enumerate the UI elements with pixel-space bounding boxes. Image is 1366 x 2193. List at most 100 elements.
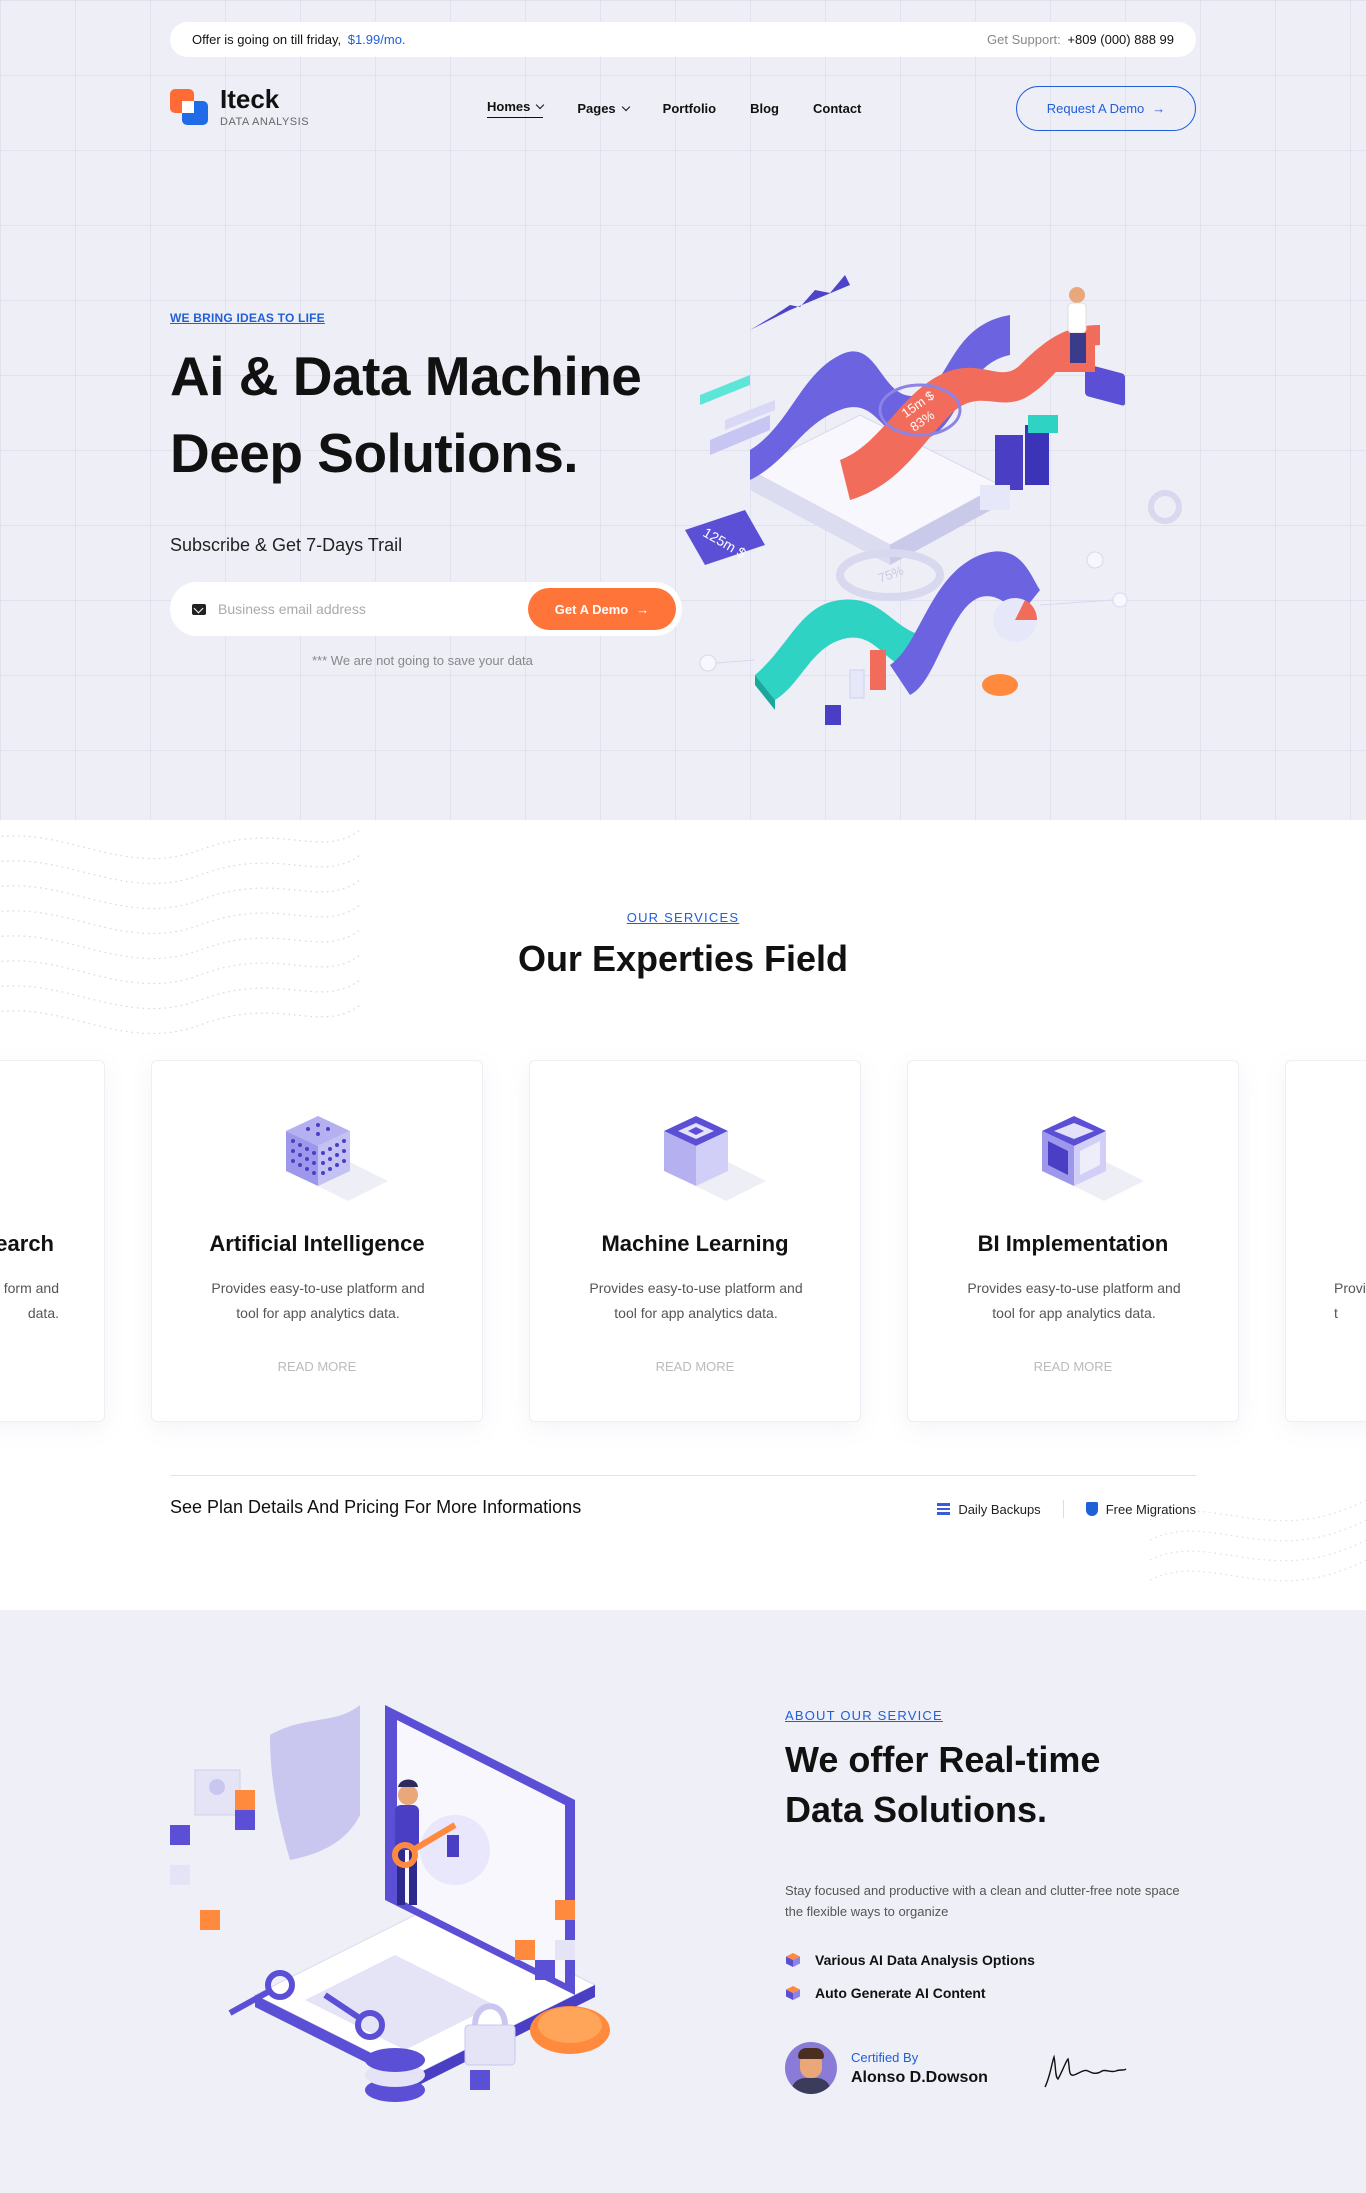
service-card-ml[interactable]: Machine Learning Provides easy-to-use pl…	[529, 1060, 861, 1422]
nav-item-pages[interactable]: Pages	[577, 99, 630, 118]
privacy-note: *** We are not going to save your data	[312, 653, 533, 668]
node-shape	[1086, 551, 1104, 569]
read-more-link[interactable]: READ MORE	[530, 1359, 860, 1374]
support-label: Get Support:	[987, 32, 1061, 47]
list-item: Auto Generate AI Content	[785, 1976, 1035, 2009]
nav-item-homes[interactable]: Homes	[487, 99, 545, 118]
feature-daily-backups: Daily Backups	[937, 1502, 1041, 1517]
service-card-desc: Provides easy-to-use platform and tool f…	[570, 1276, 822, 1326]
read-more-link[interactable]: READ MORE	[152, 1359, 482, 1374]
brand-logo[interactable]: Iteck DATA ANALYSIS	[170, 86, 309, 128]
cylinder-shape	[825, 705, 841, 725]
service-card-desc-line: Provides easy-to-use platform and	[211, 1280, 425, 1296]
nav-item-label: Portfolio	[662, 101, 717, 116]
offer-price-link[interactable]: $1.99/mo.	[348, 32, 406, 47]
nav-item-blog[interactable]: Blog	[750, 99, 779, 118]
read-more-link[interactable]: READ MORE	[908, 1359, 1238, 1374]
services-eyebrow: OUR SERVICES	[626, 910, 740, 925]
service-card-bi[interactable]: BI Implementation Provides easy-to-use p…	[907, 1060, 1239, 1422]
hero-illustration: 15m $ 83% 125m $ 75%	[685, 275, 1182, 725]
plan-features: Daily Backups Free Migrations	[937, 1500, 1196, 1518]
service-card-title: BI Implementation	[977, 1231, 1169, 1256]
mountain-graph-shape	[750, 275, 850, 330]
service-card-desc-line: Provi	[1334, 1280, 1366, 1296]
service-card-desc: form and data.	[0, 1276, 59, 1326]
gear-icon	[1148, 490, 1182, 524]
cube-icon	[786, 1952, 800, 1967]
divider	[170, 1475, 1196, 1476]
service-card-desc-line: Provides easy-to-use platform and	[967, 1280, 1181, 1296]
services-section: OUR SERVICES Our Experties Field earch f…	[0, 820, 1366, 1610]
support-phone-link[interactable]: +809 (000) 888 99	[1067, 32, 1174, 47]
cube-shape	[170, 1865, 190, 1885]
service-card-desc-line: tool for app analytics data.	[236, 1305, 400, 1321]
nav-item-label: Homes	[487, 99, 531, 114]
brand-name: Iteck	[220, 84, 280, 114]
service-card-desc-line: t	[1334, 1305, 1338, 1321]
about-section: ABOUT OUR SERVICE We offer Real-time Dat…	[0, 1610, 1366, 2193]
cylinder-shape	[849, 669, 865, 699]
grid-cube-icon	[286, 1116, 388, 1201]
feature-label: Free Migrations	[1105, 1501, 1196, 1517]
nav-item-portfolio[interactable]: Portfolio	[663, 99, 716, 118]
service-card-title: Machine Learning	[601, 1231, 789, 1256]
connector-line	[715, 659, 756, 664]
request-demo-label: Request A Demo	[1046, 101, 1145, 116]
about-description: Stay focused and productive with a clean…	[785, 1883, 1180, 1919]
cube-shape	[470, 2070, 490, 2090]
hero-title-line-1: Ai & Data Machine	[170, 345, 642, 407]
chevron-down-icon	[536, 100, 545, 109]
service-card-research[interactable]: earch form and data.	[0, 1060, 105, 1422]
plan-details-text[interactable]: See Plan Details And Pricing For More In…	[170, 1497, 581, 1518]
about-title-line-2: Data Solutions.	[785, 1789, 1048, 1830]
bar-shape	[1025, 425, 1049, 485]
cube-shape	[515, 1940, 535, 1960]
about-title-line-1: We offer Real-time	[785, 1739, 1101, 1780]
brand-tagline: DATA ANALYSIS	[220, 116, 310, 128]
frame-cube-icon	[1042, 1116, 1144, 1201]
service-card-desc-line: tool for app analytics data.	[992, 1305, 1156, 1321]
coin-face-shape	[538, 2007, 602, 2043]
about-title: We offer Real-time Data Solutions.	[785, 1735, 1205, 1835]
nav-item-label: Contact	[813, 101, 862, 116]
node-shape	[1112, 592, 1128, 608]
subscribe-form: Get A Demo →	[170, 582, 682, 636]
service-card-desc-line: data.	[27, 1305, 59, 1321]
certifier-name: Alonso D.Dowson	[851, 2068, 988, 2086]
person-body-shape	[1067, 302, 1087, 334]
get-demo-button[interactable]: Get A Demo →	[528, 588, 676, 630]
email-input[interactable]	[218, 601, 528, 617]
service-card-desc: Provides easy-to-use platform and tool f…	[192, 1276, 444, 1326]
offer-label: Offer is going on till friday,	[192, 32, 342, 47]
mail-icon	[192, 603, 206, 615]
block-shape	[980, 485, 1010, 510]
list-item-label: Auto Generate AI Content	[815, 1984, 986, 2001]
cube-shape	[555, 1900, 575, 1920]
cube-shape	[555, 1940, 575, 1960]
nav-item-label: Pages	[577, 101, 616, 116]
person-head-shape	[1069, 287, 1085, 303]
logo-icon	[170, 87, 210, 127]
coin-icon	[982, 674, 1018, 696]
service-card-desc: Provides easy-to-use platform and tool f…	[948, 1276, 1200, 1326]
service-card-partial[interactable]: Provi t	[1285, 1060, 1366, 1422]
hero-subtitle: Subscribe & Get 7-Days Trail	[170, 535, 403, 555]
service-card-desc: Provi t	[1334, 1276, 1366, 1326]
database-icon	[937, 1503, 951, 1515]
main-nav: Homes Pages Portfolio Blog Contact	[487, 99, 861, 118]
nav-item-contact[interactable]: Contact	[813, 99, 861, 118]
divider	[1062, 1500, 1064, 1518]
service-card-ai[interactable]: Artificial Intelligence Provides easy-to…	[151, 1060, 483, 1422]
teal-wave-shape	[755, 599, 920, 700]
services-title: Our Experties Field	[517, 938, 849, 979]
connector-line	[1039, 599, 1114, 606]
cube-shape	[170, 1825, 190, 1845]
support-contact: Get Support: +809 (000) 888 99	[987, 32, 1174, 47]
request-demo-button[interactable]: Request A Demo →	[1016, 86, 1196, 131]
offer-bar: Offer is going on till friday, $1.99/mo.…	[170, 22, 1196, 57]
service-card-title: earch	[0, 1231, 54, 1256]
get-demo-label: Get A Demo	[554, 601, 629, 617]
cube-shape	[535, 1960, 555, 1980]
teal-panel-shape	[700, 375, 750, 405]
hero-title-line-2: Deep Solutions.	[170, 422, 579, 484]
